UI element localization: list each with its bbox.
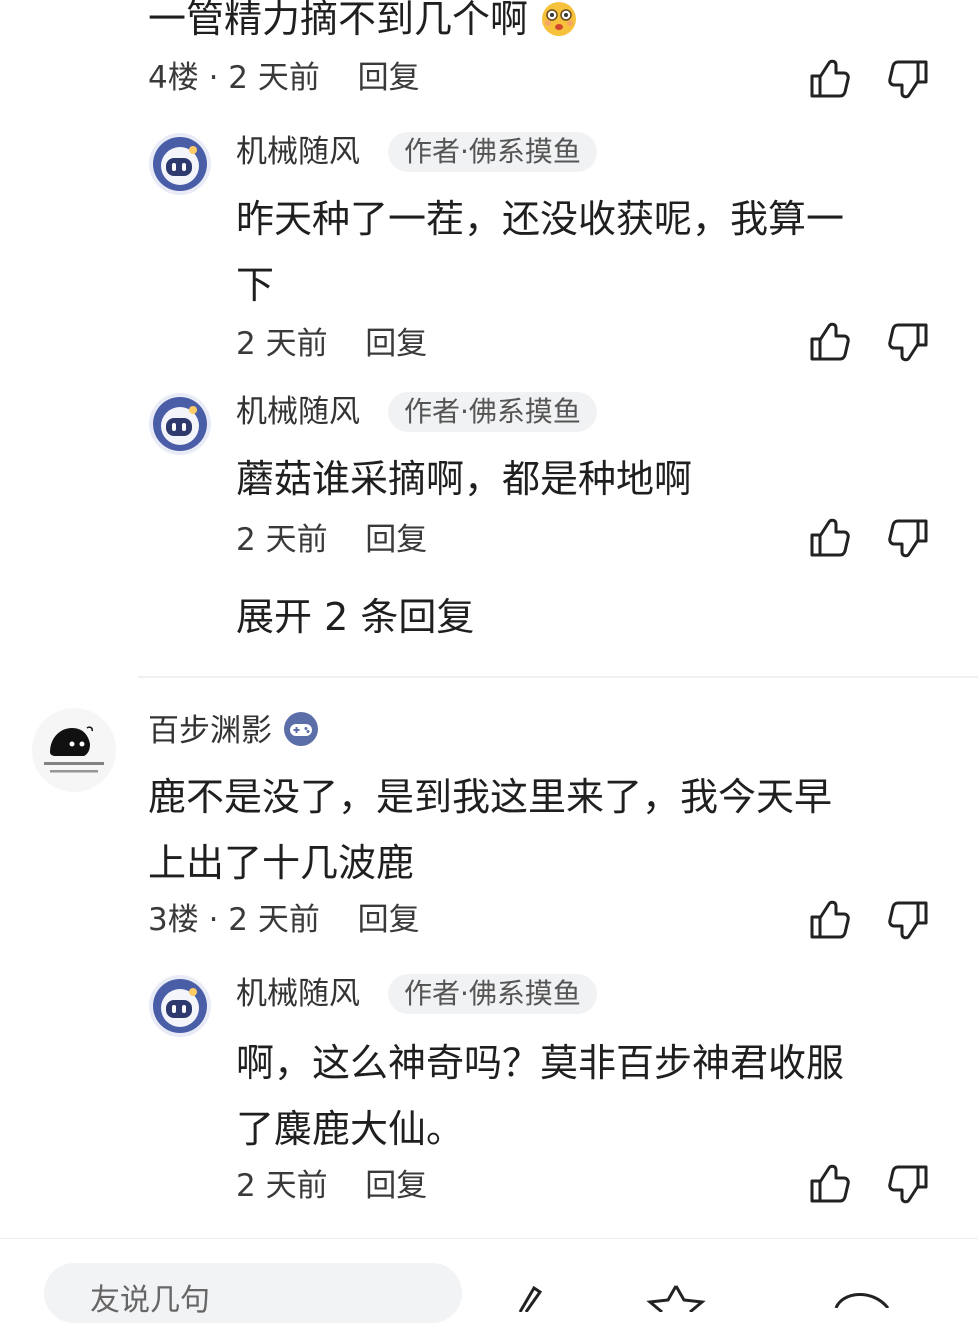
edit-icon[interactable] <box>512 1282 556 1312</box>
reply-text-line: 昨天种了一茬，还没收获呢，我算一 <box>236 197 845 241</box>
comment-input[interactable]: 友说几句 <box>44 1263 462 1323</box>
thumbs-up-icon[interactable] <box>804 514 852 562</box>
thumbs-up-icon[interactable] <box>804 1160 852 1208</box>
comment-divider <box>138 676 978 678</box>
previous-comment-tail: 一管精力摘不到几个啊 <box>148 0 529 41</box>
reply-button[interactable]: 回复 <box>358 60 420 96</box>
share-icon[interactable] <box>830 1288 894 1308</box>
reply-time: 2 天前 <box>236 1168 328 1204</box>
author-badge: 作者·佛系摸鱼 <box>388 132 597 172</box>
comment-input-placeholder: 友说几句 <box>90 1283 210 1318</box>
user-avatar[interactable] <box>32 708 116 792</box>
star-icon[interactable] <box>646 1282 706 1312</box>
reply-button[interactable]: 回复 <box>365 1168 427 1204</box>
author-avatar[interactable] <box>148 132 212 196</box>
expand-replies-button[interactable]: 展开 2 条回复 <box>236 594 474 640</box>
thumbs-down-icon[interactable] <box>886 896 934 944</box>
thumbs-down-icon[interactable] <box>886 55 934 103</box>
thumbs-up-icon[interactable] <box>804 896 852 944</box>
reply-author-name[interactable]: 机械随风 <box>236 974 360 1014</box>
comment-author-name[interactable]: 百步渊影 <box>148 713 272 749</box>
bottom-bar-divider <box>0 1238 978 1239</box>
reply-time: 2 天前 <box>236 522 328 558</box>
reply-text-line: 蘑菇谁采摘啊，都是种地啊 <box>236 457 693 501</box>
reply-author-name[interactable]: 机械随风 <box>236 132 360 172</box>
author-badge: 作者·佛系摸鱼 <box>388 974 597 1014</box>
thumbs-up-icon[interactable] <box>804 318 852 366</box>
author-badge: 作者·佛系摸鱼 <box>388 392 597 432</box>
comment-text-line: 上出了十几波鹿 <box>148 841 415 885</box>
floor-meta: 3楼 · 2 天前 <box>148 902 320 938</box>
bottom-action-bar: 友说几句 <box>0 1238 978 1323</box>
reply-text-line: 啊，这么神奇吗？莫非百步神君收服 <box>236 1041 845 1085</box>
reply-text-line: 了麋鹿大仙。 <box>236 1107 465 1151</box>
shocked-emoji-icon <box>540 0 578 38</box>
thumbs-up-icon[interactable] <box>804 55 852 103</box>
author-avatar[interactable] <box>148 392 212 456</box>
reply-button[interactable]: 回复 <box>358 902 420 938</box>
author-avatar[interactable] <box>148 974 212 1038</box>
comment-text-line: 鹿不是没了，是到我这里来了，我今天早 <box>148 775 833 819</box>
gamepad-badge-icon <box>282 710 320 748</box>
reply-time: 2 天前 <box>236 326 328 362</box>
thumbs-down-icon[interactable] <box>886 514 934 562</box>
floor-meta: 4楼 · 2 天前 <box>148 60 320 96</box>
reply-author-name[interactable]: 机械随风 <box>236 392 360 432</box>
reply-text-line: 下 <box>236 263 275 307</box>
reply-button[interactable]: 回复 <box>365 522 427 558</box>
reply-button[interactable]: 回复 <box>365 326 427 362</box>
thumbs-down-icon[interactable] <box>886 1160 934 1208</box>
thumbs-down-icon[interactable] <box>886 318 934 366</box>
